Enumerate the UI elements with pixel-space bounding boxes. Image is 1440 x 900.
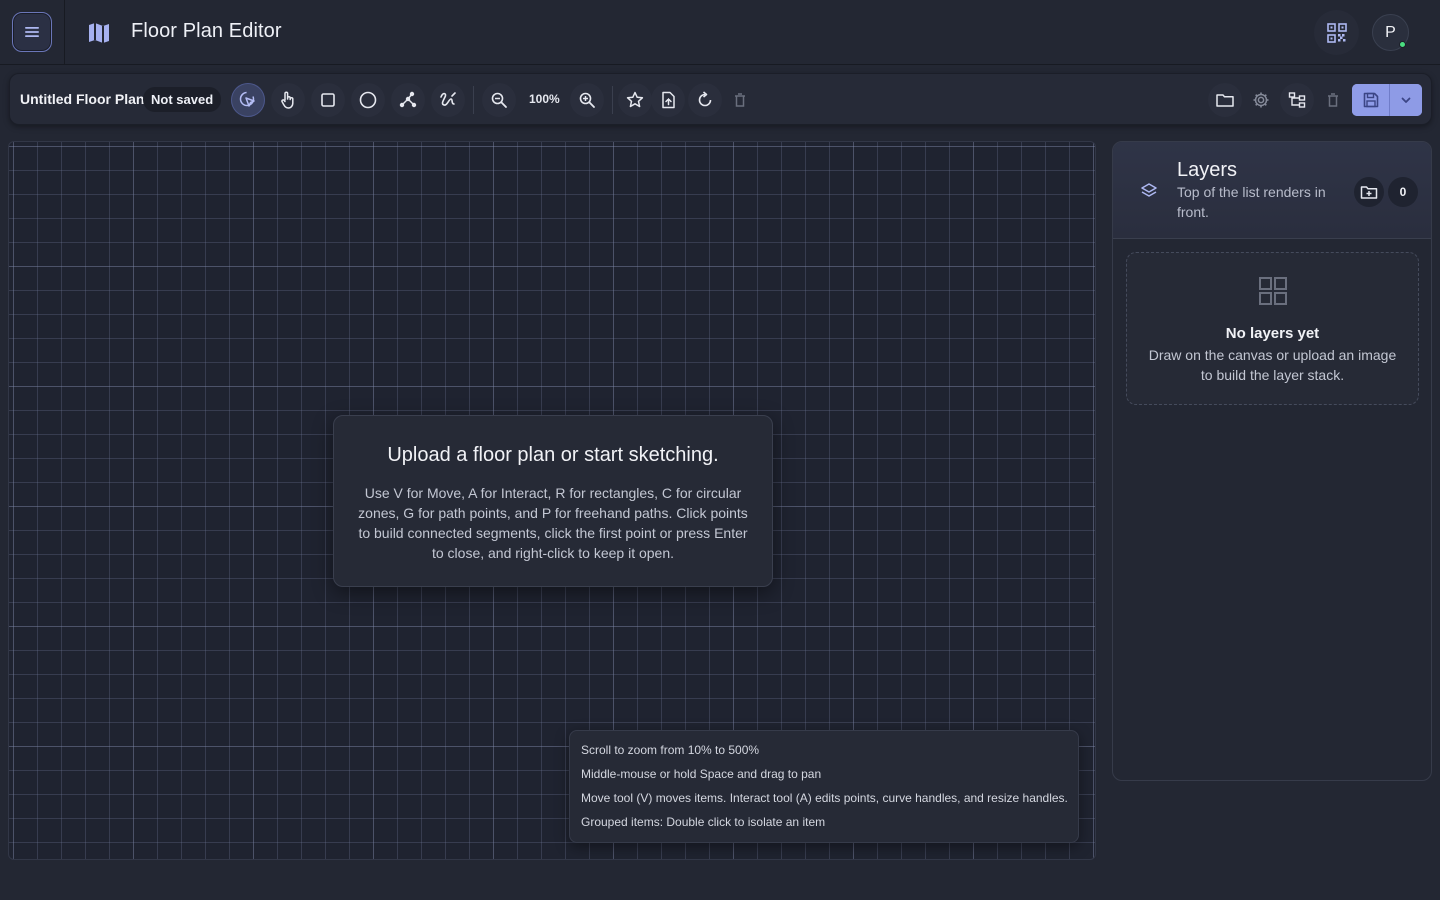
zoom-in-button[interactable] xyxy=(570,83,604,117)
hierarchy-button[interactable] xyxy=(1280,83,1314,117)
favorite-button[interactable] xyxy=(618,83,652,117)
delete-selection-button[interactable] xyxy=(723,83,757,117)
app-title: Floor Plan Editor xyxy=(131,20,282,42)
avatar-initial: P xyxy=(1385,23,1396,41)
drawing-canvas[interactable]: Upload a floor plan or start sketching. … xyxy=(8,141,1096,860)
map-icon xyxy=(89,23,109,43)
delete-button[interactable] xyxy=(1316,83,1350,117)
zoom-level: 100% xyxy=(529,92,560,106)
editor-toolbar: Untitled Floor Plan Not saved 100% xyxy=(9,73,1432,125)
layers-icon xyxy=(1141,183,1157,197)
layers-subtitle: Top of the list renders in front. xyxy=(1177,184,1326,220)
save-split-button xyxy=(1352,84,1422,116)
upload-button[interactable] xyxy=(651,83,685,117)
zoom-out-button[interactable] xyxy=(482,83,516,117)
toolbar-separator xyxy=(612,86,613,114)
save-button[interactable] xyxy=(1352,84,1389,116)
layers-title: Layers xyxy=(1177,159,1238,181)
folder-icon xyxy=(1216,94,1234,107)
chevron-down-icon xyxy=(1401,97,1411,103)
canvas-empty-state: Upload a floor plan or start sketching. … xyxy=(333,415,773,587)
no-layers-title: No layers yet xyxy=(1225,325,1320,342)
settings-icon xyxy=(1253,92,1269,108)
hint-item: Move tool (V) moves items. Interact tool… xyxy=(581,791,1068,805)
path-points-icon xyxy=(399,91,417,108)
layers-panel: Layers Top of the list renders in front.… xyxy=(1112,141,1432,781)
trash-icon xyxy=(735,93,745,107)
cursor-click-icon xyxy=(239,91,255,107)
zoom-in-icon xyxy=(579,92,595,108)
circle-icon xyxy=(359,91,377,109)
app-header: Floor Plan Editor P xyxy=(0,0,1440,65)
toolbar-separator xyxy=(473,86,474,114)
grid-icon xyxy=(1259,277,1287,305)
interact-tool-button[interactable] xyxy=(271,83,305,117)
document-title[interactable]: Untitled Floor Plan xyxy=(20,91,144,107)
save-options-dropdown[interactable] xyxy=(1389,84,1422,116)
save-icon xyxy=(1363,92,1378,108)
menu-button[interactable] xyxy=(12,12,52,52)
layer-count-badge: 0 xyxy=(1388,177,1418,207)
square-icon xyxy=(321,93,335,107)
hint-item: Grouped items: Double click to isolate a… xyxy=(581,815,826,829)
user-avatar[interactable]: P xyxy=(1372,14,1409,51)
hierarchy-icon xyxy=(1288,92,1306,108)
save-status-badge: Not saved xyxy=(143,87,222,112)
file-upload-icon xyxy=(662,91,675,109)
trash-icon xyxy=(1328,93,1338,107)
freehand-icon xyxy=(440,92,456,106)
open-folder-button[interactable] xyxy=(1208,83,1242,117)
layers-empty-state: No layers yet Draw on the canvas or uplo… xyxy=(1126,252,1419,405)
canvas-hints-panel: Scroll to zoom from 10% to 500% Middle-m… xyxy=(569,730,1079,843)
star-icon xyxy=(626,91,644,108)
hamburger-menu-icon xyxy=(25,27,39,37)
layers-header: Layers Top of the list renders in front.… xyxy=(1113,142,1431,239)
reset-button[interactable] xyxy=(688,83,722,117)
path-tool-button[interactable] xyxy=(391,83,425,117)
hint-item: Scroll to zoom from 10% to 500% xyxy=(581,743,760,757)
hand-pointer-icon xyxy=(281,91,294,109)
hint-item: Middle-mouse or hold Space and drag to p… xyxy=(581,767,822,781)
folder-plus-icon xyxy=(1360,186,1378,199)
qr-code-button[interactable] xyxy=(1314,10,1359,55)
settings-button[interactable] xyxy=(1244,83,1278,117)
add-layer-group-button[interactable] xyxy=(1354,177,1384,207)
rectangle-tool-button[interactable] xyxy=(311,83,345,117)
online-status-dot xyxy=(1399,41,1406,48)
header-divider xyxy=(64,0,65,65)
no-layers-description: Draw on the canvas or upload an image to… xyxy=(1148,347,1397,383)
circle-tool-button[interactable] xyxy=(351,83,385,117)
freehand-tool-button[interactable] xyxy=(431,83,465,117)
rotate-icon xyxy=(698,91,712,107)
zoom-out-icon xyxy=(491,92,507,108)
move-tool-button[interactable] xyxy=(231,83,265,117)
qr-code-icon xyxy=(1326,22,1347,43)
empty-state-description: Use V for Move, A for Interact, R for re… xyxy=(358,485,748,561)
empty-state-title: Upload a floor plan or start sketching. xyxy=(387,444,719,466)
